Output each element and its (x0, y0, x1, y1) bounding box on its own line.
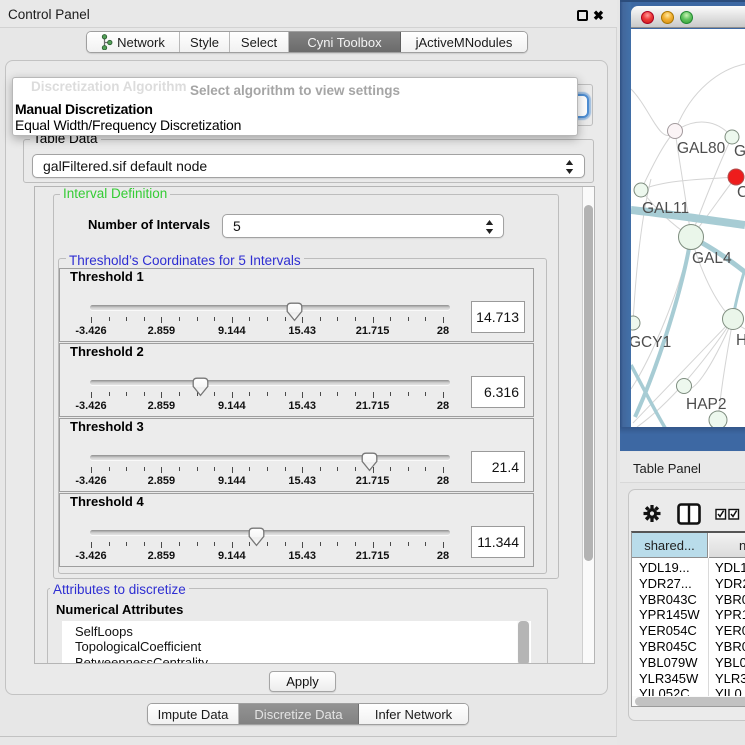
svg-text:G.: G. (734, 143, 745, 160)
svg-text:GAL80: GAL80 (677, 140, 726, 157)
svg-text:GAL11: GAL11 (642, 200, 689, 217)
svg-text:H: H (736, 332, 745, 349)
svg-text:HAP2: HAP2 (686, 396, 727, 413)
svg-text:GCY1: GCY1 (631, 334, 671, 351)
svg-text:C: C (737, 184, 745, 201)
svg-text:GAL4: GAL4 (692, 250, 732, 267)
